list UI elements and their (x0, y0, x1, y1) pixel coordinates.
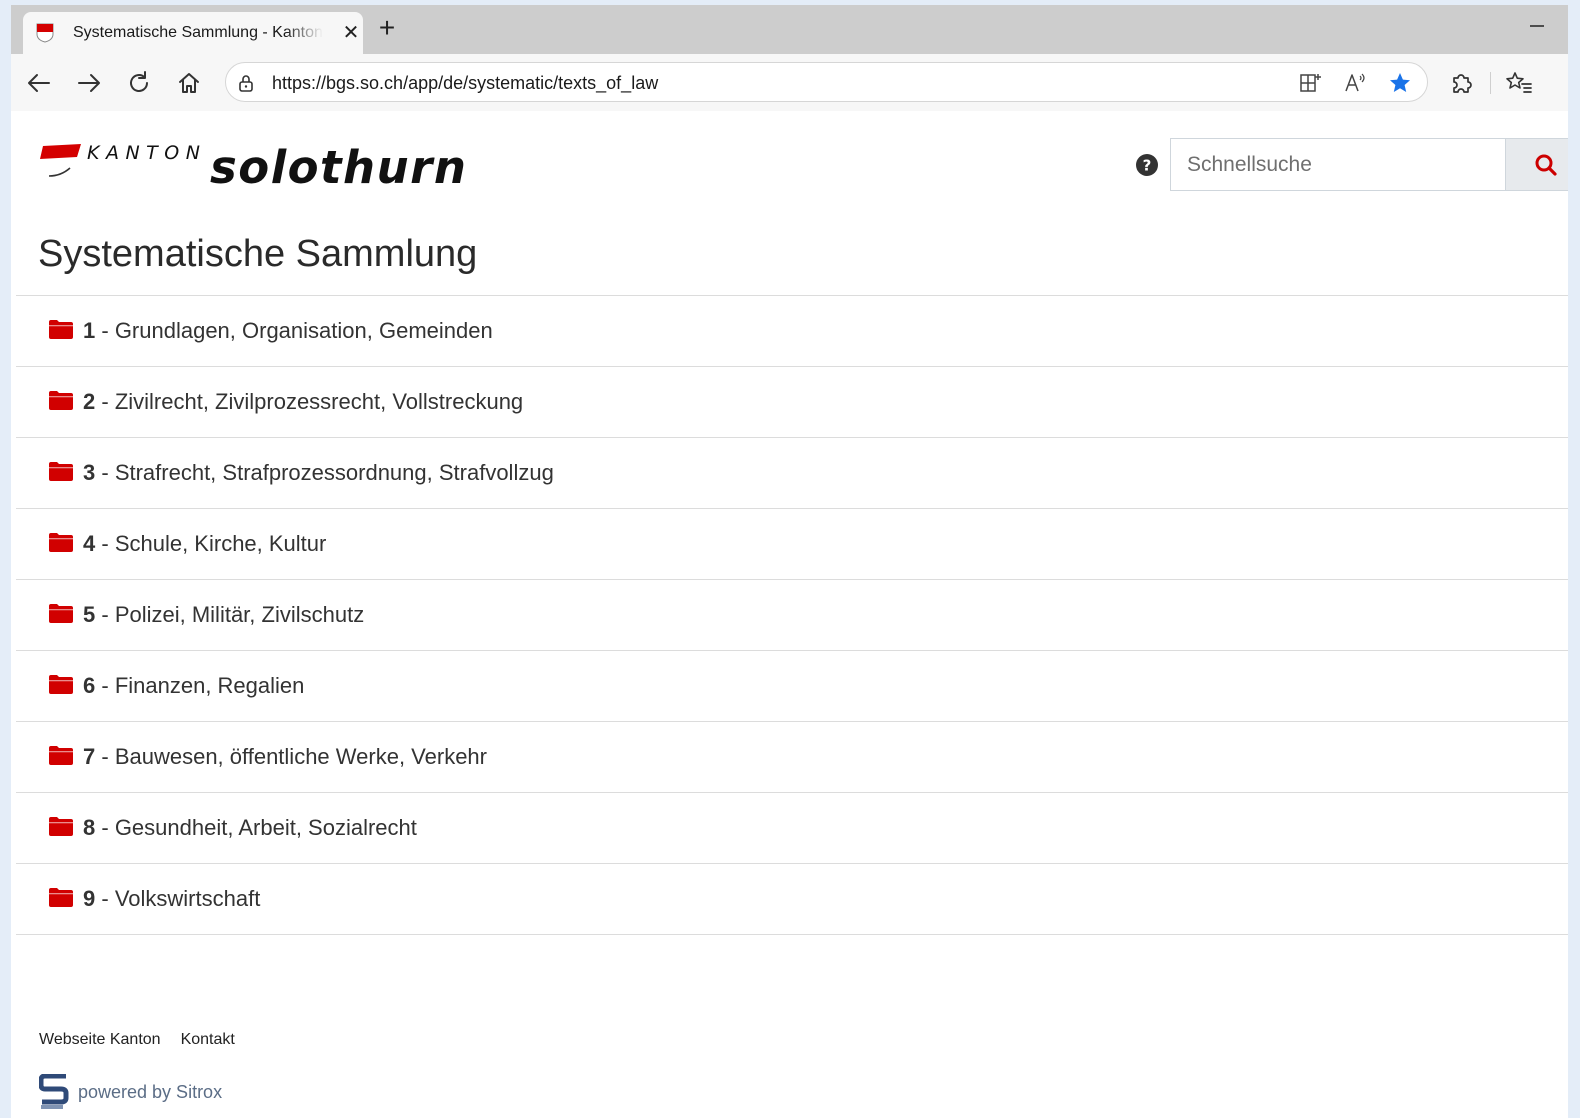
category-title: Schule, Kirche, Kultur (114, 531, 327, 556)
category-number: 3 (83, 460, 96, 485)
new-tab-button[interactable]: + (373, 14, 401, 43)
category-separator: - (95, 460, 115, 485)
category-separator: - (95, 886, 115, 911)
category-title: Gesundheit, Arbeit, Sozialrecht (114, 815, 417, 840)
help-question-icon[interactable]: ? (1135, 153, 1159, 177)
quick-search-input[interactable] (1170, 138, 1506, 191)
forward-arrow-icon[interactable] (73, 67, 105, 99)
category-label[interactable]: 5 - Polizei, Militär, Zivilschutz (83, 602, 364, 628)
read-aloud-icon[interactable] (1343, 71, 1367, 95)
folder-icon (49, 604, 73, 623)
search-button[interactable] (1505, 138, 1568, 191)
category-item-4[interactable]: 4 - Schule, Kirche, Kultur (16, 509, 1568, 580)
category-number: 6 (83, 673, 96, 698)
category-number: 7 (83, 744, 96, 769)
footer-link-kontakt[interactable]: Kontakt (181, 1031, 235, 1048)
category-title: Polizei, Militär, Zivilschutz (114, 602, 365, 627)
category-item-1[interactable]: 1 - Grundlagen, Organisation, Gemeinden (16, 296, 1568, 367)
category-title: Bauwesen, öffentliche Werke, Verkehr (114, 744, 487, 769)
category-title: Zivilrecht, Zivilprozessrecht, Vollstrec… (114, 389, 524, 414)
address-bar[interactable]: https://bgs.so.ch/app/de/systematic/text… (225, 62, 1428, 102)
folder-icon (49, 888, 73, 907)
category-label[interactable]: 3 - Strafrecht, Strafprozessordnung, Str… (83, 460, 554, 486)
category-number: 5 (83, 602, 96, 627)
category-number: 9 (83, 886, 96, 911)
toolbar-divider (1490, 72, 1491, 94)
folder-icon (49, 320, 73, 339)
url-text[interactable]: https://bgs.so.ch/app/de/systematic/text… (272, 73, 658, 94)
category-separator: - (95, 744, 115, 769)
folder-icon (49, 533, 73, 552)
sitrox-logo-icon (39, 1074, 69, 1109)
category-list: 1 - Grundlagen, Organisation, Gemeinden … (16, 295, 1568, 935)
category-number: 8 (83, 815, 96, 840)
category-title: Grundlagen, Organisation, Gemeinden (114, 318, 493, 343)
powered-by-text: powered by Sitrox (78, 1082, 223, 1102)
category-label[interactable]: 1 - Grundlagen, Organisation, Gemeinden (83, 318, 493, 344)
logo-kanton-text: KANTON (87, 142, 206, 164)
category-item-8[interactable]: 8 - Gesundheit, Arbeit, Sozialrecht (16, 793, 1568, 864)
category-label[interactable]: 9 - Volkswirtschaft (83, 886, 260, 912)
footer-links: Webseite Kanton Kontakt (39, 1031, 255, 1049)
category-label[interactable]: 4 - Schule, Kirche, Kultur (83, 531, 326, 557)
footer-link-webseite-kanton[interactable]: Webseite Kanton (39, 1031, 161, 1048)
logo-solothurn-text: solothurn (210, 141, 467, 194)
logo-mark-icon: KANTON solothurn (40, 141, 467, 194)
category-number: 2 (83, 389, 96, 414)
category-item-3[interactable]: 3 - Strafrecht, Strafprozessordnung, Str… (16, 438, 1568, 509)
category-label[interactable]: 2 - Zivilrecht, Zivilprozessrecht, Volls… (83, 389, 523, 415)
category-title: Strafrecht, Strafprozessordnung, Strafvo… (114, 460, 554, 485)
tab-strip: Systematische Sammlung - Kanton Solothur… (11, 5, 1568, 54)
category-separator: - (95, 815, 115, 840)
category-item-9[interactable]: 9 - Volkswirtschaft (16, 864, 1568, 935)
favorite-star-icon[interactable] (1388, 71, 1412, 95)
category-separator: - (95, 531, 115, 556)
category-label[interactable]: 7 - Bauwesen, öffentliche Werke, Verkehr (83, 744, 487, 770)
category-separator: - (95, 602, 115, 627)
tab-close-icon[interactable]: ✕ (339, 21, 363, 45)
page-content: KANTON solothurn ? Systematische Sammlun… (16, 111, 1568, 1118)
folder-icon (49, 746, 73, 765)
extensions-icon[interactable] (1445, 67, 1477, 99)
back-arrow-icon[interactable] (23, 67, 55, 99)
minimize-window-icon[interactable] (1524, 15, 1550, 37)
tab-title: Systematische Sammlung - Kanton Solothur… (73, 24, 323, 41)
category-number: 1 (83, 318, 96, 343)
browser-toolbar: https://bgs.so.ch/app/de/systematic/text… (11, 54, 1568, 111)
category-separator: - (95, 673, 115, 698)
category-number: 4 (83, 531, 96, 556)
search-icon (1535, 154, 1557, 176)
browser-window: Systematische Sammlung - Kanton Solothur… (11, 5, 1568, 1118)
reload-icon[interactable] (123, 67, 155, 99)
folder-icon (49, 675, 73, 694)
category-separator: - (95, 318, 115, 343)
category-label[interactable]: 8 - Gesundheit, Arbeit, Sozialrecht (83, 815, 417, 841)
folder-icon (49, 391, 73, 410)
page-title: Systematische Sammlung (38, 233, 478, 275)
folder-icon (49, 462, 73, 481)
category-title: Finanzen, Regalien (114, 673, 305, 698)
split-screen-icon[interactable] (1298, 71, 1322, 95)
browser-tab[interactable]: Systematische Sammlung - Kanton Solothur… (23, 12, 363, 54)
kanton-solothurn-logo[interactable]: KANTON solothurn (40, 136, 480, 196)
category-item-2[interactable]: 2 - Zivilrecht, Zivilprozessrecht, Volls… (16, 367, 1568, 438)
category-separator: - (95, 389, 115, 414)
favorites-list-icon[interactable] (1503, 67, 1535, 99)
kanton-solothurn-favicon-icon (36, 23, 54, 43)
category-item-7[interactable]: 7 - Bauwesen, öffentliche Werke, Verkehr (16, 722, 1568, 793)
svg-text:?: ? (1143, 157, 1152, 175)
home-icon[interactable] (173, 67, 205, 99)
category-title: Volkswirtschaft (114, 886, 261, 911)
category-item-5[interactable]: 5 - Polizei, Militär, Zivilschutz (16, 580, 1568, 651)
folder-icon (49, 817, 73, 836)
category-label[interactable]: 6 - Finanzen, Regalien (83, 673, 304, 699)
category-item-6[interactable]: 6 - Finanzen, Regalien (16, 651, 1568, 722)
lock-icon[interactable] (236, 73, 256, 93)
